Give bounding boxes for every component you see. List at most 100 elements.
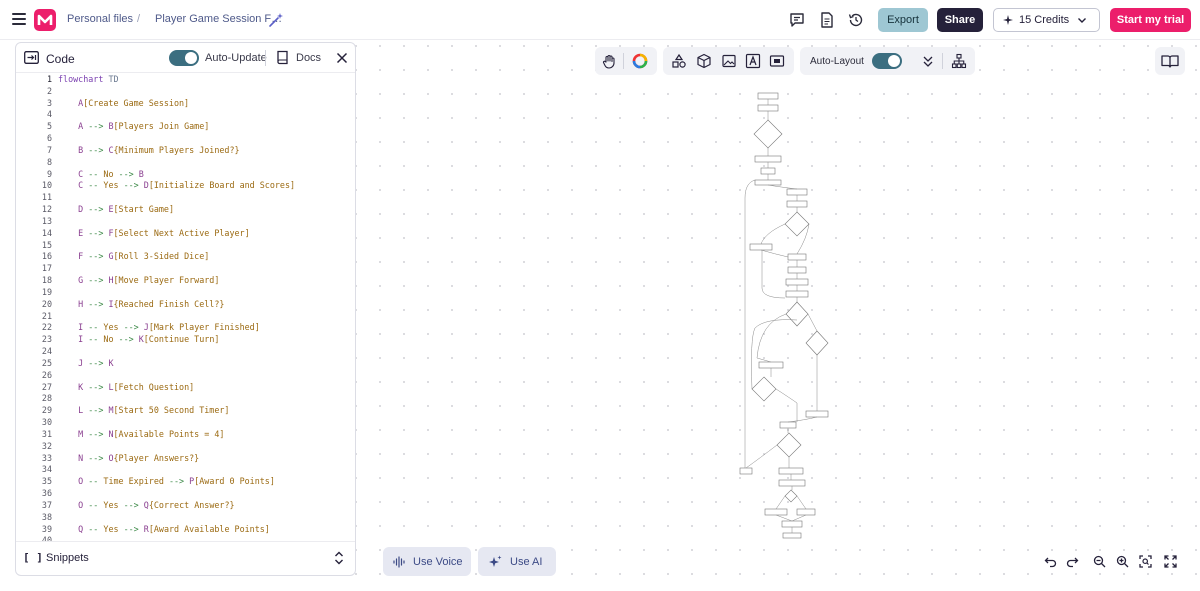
code-line[interactable]: 20 H --> I{Reached Finish Cell?} — [16, 299, 355, 311]
use-voice-button[interactable]: Use Voice — [383, 547, 471, 576]
node-initialize-board[interactable] — [754, 155, 782, 163]
code-line[interactable]: 19 — [16, 287, 355, 299]
code-line[interactable]: 1 flowchart TD — [16, 74, 355, 86]
hierarchy-icon[interactable] — [951, 53, 967, 69]
code-line[interactable]: 5 A --> B[Players Join Game] — [16, 121, 355, 133]
text-box-icon[interactable] — [745, 53, 761, 69]
code-line[interactable]: 35 O -- Time Expired --> P[Award 0 Point… — [16, 476, 355, 488]
comment-icon[interactable] — [788, 11, 806, 29]
node-award-points[interactable] — [805, 410, 829, 418]
node-end[interactable] — [782, 532, 802, 539]
code-line[interactable]: 26 — [16, 370, 355, 382]
code-line[interactable]: 31 M --> N[Available Points = 4] — [16, 429, 355, 441]
code-line[interactable]: 14 E --> F[Select Next Active Player] — [16, 228, 355, 240]
undo-icon[interactable] — [1044, 555, 1057, 568]
close-icon[interactable] — [336, 52, 348, 64]
node-end-session[interactable] — [781, 520, 803, 528]
node-minimum-players-joined[interactable] — [753, 119, 783, 149]
code-line[interactable]: 36 — [16, 488, 355, 500]
zoom-in-icon[interactable] — [1116, 555, 1129, 568]
image-icon[interactable] — [721, 53, 737, 69]
node-fetch-question[interactable] — [787, 266, 807, 274]
code-line[interactable]: 11 — [16, 192, 355, 204]
code-line[interactable]: 24 — [16, 346, 355, 358]
code-line[interactable]: 2 — [16, 86, 355, 98]
code-line[interactable]: 29 L --> M[Start 50 Second Timer] — [16, 405, 355, 417]
code-line[interactable]: 7 B --> C{Minimum Players Joined?} — [16, 145, 355, 157]
code-line[interactable]: 21 — [16, 311, 355, 323]
code-line[interactable]: 12 D --> E[Start Game] — [16, 204, 355, 216]
node-start-game[interactable] — [760, 167, 776, 175]
node-mark-finished[interactable] — [749, 243, 773, 251]
node-correct-answer[interactable] — [805, 330, 829, 356]
shapes-icon[interactable] — [671, 53, 687, 69]
double-chevron-down-icon[interactable] — [920, 53, 936, 69]
flowchart-diagram[interactable] — [735, 88, 835, 543]
docs-book-icon[interactable] — [277, 50, 289, 65]
code-line[interactable]: 13 — [16, 216, 355, 228]
node-roll-dice[interactable] — [786, 188, 808, 196]
auto-layout-toggle[interactable] — [872, 53, 902, 69]
node-move-player[interactable] — [786, 200, 808, 208]
hand-icon[interactable] — [601, 53, 617, 69]
node-more-attempts[interactable] — [751, 376, 777, 402]
code-line[interactable]: 28 — [16, 393, 355, 405]
code-line[interactable]: 6 — [16, 133, 355, 145]
snippets-bar[interactable]: [ ] Snippets — [16, 541, 355, 575]
code-line[interactable]: 8 — [16, 157, 355, 169]
node-final-check[interactable] — [784, 489, 798, 503]
node-award-zero[interactable] — [758, 361, 784, 369]
embed-icon[interactable] — [769, 53, 785, 69]
node-player-answers[interactable] — [785, 301, 809, 327]
cube-icon[interactable] — [696, 53, 712, 69]
code-line[interactable]: 9 C -- No --> B — [16, 169, 355, 181]
node-winner[interactable] — [764, 508, 788, 516]
expand-collapse-icon[interactable] — [334, 551, 344, 565]
code-line[interactable]: 39 Q -- Yes --> R[Award Available Points… — [16, 524, 355, 536]
export-button[interactable]: Export — [878, 8, 928, 32]
share-button[interactable]: Share — [937, 8, 983, 32]
node-create-game-session[interactable] — [757, 92, 779, 100]
book-open-icon[interactable] — [1155, 47, 1185, 75]
document-icon[interactable] — [818, 11, 836, 29]
zoom-out-icon[interactable] — [1093, 555, 1106, 568]
magic-wand-icon[interactable] — [268, 12, 284, 28]
app-logo-icon[interactable] — [34, 9, 56, 31]
code-line[interactable]: 37 O -- Yes --> Q{Correct Answer?} — [16, 500, 355, 512]
credits-button[interactable]: 15 Credits — [993, 8, 1100, 32]
code-line[interactable]: 17 — [16, 263, 355, 275]
node-reached-finish[interactable] — [784, 211, 810, 237]
breadcrumb-personal-files[interactable]: Personal files — [67, 13, 133, 25]
node-available-points[interactable] — [785, 290, 809, 298]
code-line[interactable]: 15 — [16, 240, 355, 252]
auto-update-toggle[interactable] — [169, 50, 199, 66]
code-line[interactable]: 27 K --> L[Fetch Question] — [16, 382, 355, 394]
code-line[interactable]: 32 — [16, 441, 355, 453]
code-line[interactable]: 22 I -- Yes --> J[Mark Player Finished] — [16, 322, 355, 334]
code-line[interactable]: 10 C -- Yes --> D[Initialize Board and S… — [16, 180, 355, 192]
node-start-timer[interactable] — [785, 278, 809, 286]
code-line[interactable]: 3 A[Create Game Session] — [16, 98, 355, 110]
code-line[interactable]: 30 — [16, 417, 355, 429]
code-line[interactable]: 4 — [16, 109, 355, 121]
redo-icon[interactable] — [1066, 555, 1079, 568]
code-line[interactable]: 38 — [16, 512, 355, 524]
code-line[interactable]: 33 N --> O{Player Answers?} — [16, 453, 355, 465]
code-line[interactable]: 34 — [16, 464, 355, 476]
start-trial-button[interactable]: Start my trial — [1110, 8, 1191, 32]
node-game-over-check[interactable] — [776, 432, 802, 458]
node-tie[interactable] — [796, 508, 816, 516]
code-line[interactable]: 25 J --> K — [16, 358, 355, 370]
node-players-join-game[interactable] — [757, 104, 779, 112]
color-wheel-icon[interactable] — [632, 53, 648, 69]
node-select-next-player[interactable] — [754, 179, 782, 186]
node-continue-turn[interactable] — [787, 253, 807, 261]
snippets-label[interactable]: Snippets — [46, 552, 89, 564]
node-next-step[interactable] — [779, 421, 797, 429]
node-show-results[interactable] — [778, 479, 806, 487]
node-loop-back[interactable] — [739, 467, 753, 475]
node-rank-players[interactable] — [778, 467, 804, 475]
history-icon[interactable] — [847, 11, 865, 29]
fullscreen-icon[interactable] — [1164, 555, 1177, 568]
code-line[interactable]: 18 G --> H[Move Player Forward] — [16, 275, 355, 287]
